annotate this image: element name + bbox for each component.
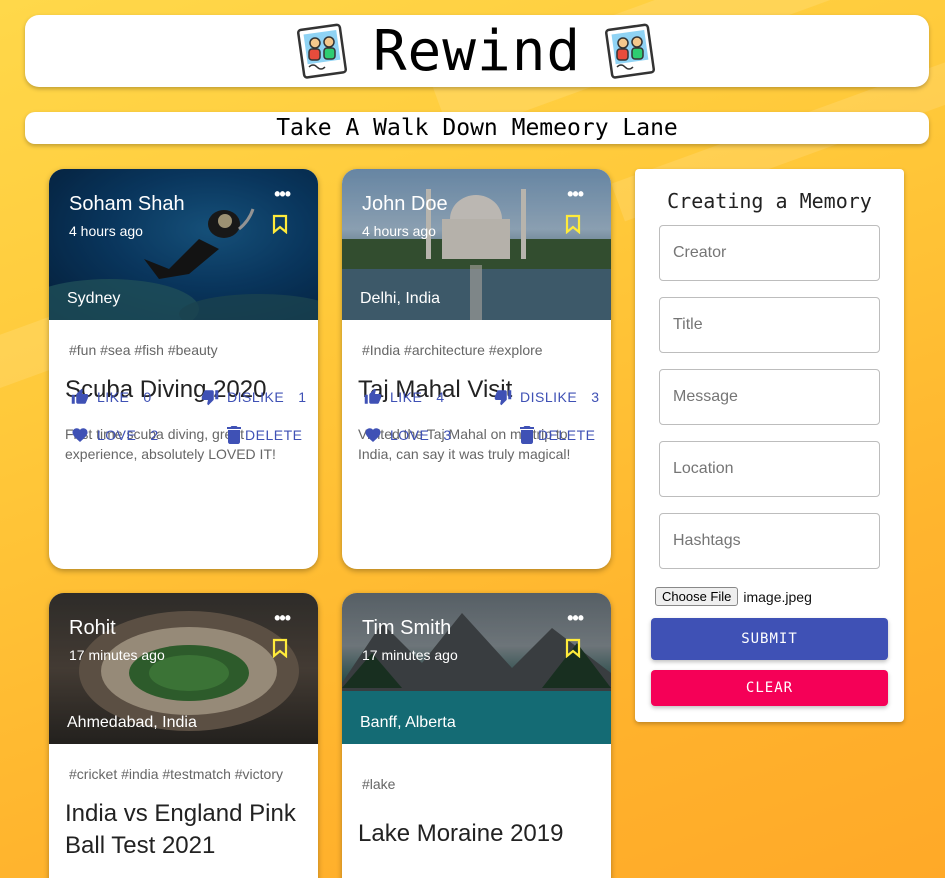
delete-button[interactable]: DELETE — [227, 426, 302, 444]
dislike-count: 3 — [591, 389, 600, 405]
card-creator: Tim Smith — [362, 617, 452, 639]
form-heading: Creating a Memory — [667, 189, 872, 213]
thumb-up-icon — [364, 388, 382, 404]
bookmark-icon[interactable] — [565, 214, 581, 234]
like-button[interactable]: LIKE 0 — [71, 388, 152, 406]
card-image-taj-mahal: John Doe 4 hours ago Delhi, India ••• — [342, 169, 611, 320]
love-label: LOVE — [390, 427, 430, 443]
love-button[interactable]: LOVE 2 — [71, 426, 159, 444]
file-picker: Choose File image.jpeg — [655, 587, 812, 606]
photo-icon — [296, 23, 347, 79]
subtitle-bar: Take A Walk Down Memeory Lane — [25, 112, 929, 144]
card-location: Ahmedabad, India — [67, 714, 197, 731]
submit-button[interactable]: SUBMIT — [651, 618, 888, 660]
card-location: Sydney — [67, 290, 121, 307]
app-header: Rewind — [25, 15, 929, 87]
memory-card: Soham Shah 4 hours ago Sydney ••• #fun #… — [49, 169, 318, 569]
card-image-scuba: Soham Shah 4 hours ago Sydney ••• — [49, 169, 318, 320]
file-name: image.jpeg — [743, 588, 812, 605]
card-creator: Soham Shah — [69, 193, 185, 215]
card-location: Delhi, India — [360, 290, 441, 307]
like-label: LIKE — [97, 389, 130, 405]
card-timestamp: 17 minutes ago — [362, 647, 458, 663]
thumb-down-icon — [201, 390, 219, 406]
dislike-label: DISLIKE — [520, 389, 578, 405]
title-input[interactable] — [659, 297, 880, 353]
card-timestamp: 17 minutes ago — [69, 647, 165, 663]
trash-icon — [227, 426, 241, 444]
bookmark-icon[interactable] — [272, 214, 288, 234]
like-button[interactable]: LIKE 4 — [364, 388, 445, 406]
memory-card: Rohit 17 minutes ago Ahmedabad, India ••… — [49, 593, 318, 878]
more-horiz-icon[interactable]: ••• — [274, 608, 291, 629]
bookmark-icon[interactable] — [272, 638, 288, 658]
like-label: LIKE — [390, 389, 423, 405]
message-input[interactable] — [659, 369, 880, 425]
dislike-button[interactable]: DISLIKE 1 — [201, 388, 307, 406]
photo-icon — [605, 23, 656, 79]
thumb-down-icon — [494, 390, 512, 406]
card-title: Lake Moraine 2019 — [358, 820, 564, 847]
card-tags: #fun #sea #fish #beauty — [69, 342, 218, 358]
heart-icon — [72, 428, 88, 443]
delete-button[interactable]: DELETE — [520, 426, 595, 444]
more-horiz-icon[interactable]: ••• — [567, 184, 584, 205]
card-tags: #cricket #india #testmatch #victory — [69, 766, 283, 782]
memory-card: John Doe 4 hours ago Delhi, India ••• #I… — [342, 169, 611, 569]
location-input[interactable] — [659, 441, 880, 497]
like-count: 4 — [436, 389, 445, 405]
more-horiz-icon[interactable]: ••• — [567, 608, 584, 629]
like-count: 0 — [143, 389, 152, 405]
more-horiz-icon[interactable]: ••• — [274, 184, 291, 205]
thumb-up-icon — [71, 388, 89, 404]
choose-file-button[interactable]: Choose File — [655, 587, 739, 606]
app-subtitle: Take A Walk Down Memeory Lane — [276, 115, 678, 141]
love-count: 2 — [150, 427, 159, 443]
dislike-label: DISLIKE — [227, 389, 285, 405]
card-timestamp: 4 hours ago — [362, 223, 436, 239]
card-creator: Rohit — [69, 617, 116, 639]
dislike-count: 1 — [298, 389, 307, 405]
creator-input[interactable] — [659, 225, 880, 281]
love-count: 3 — [443, 427, 452, 443]
card-location: Banff, Alberta — [360, 714, 456, 731]
card-creator: John Doe — [362, 193, 448, 215]
bookmark-icon[interactable] — [565, 638, 581, 658]
card-image-stadium: Rohit 17 minutes ago Ahmedabad, India ••… — [49, 593, 318, 744]
app-title: Rewind — [372, 18, 582, 84]
card-tags: #India #architecture #explore — [362, 342, 543, 358]
card-title: India vs England Pink Ball Test 2021 — [65, 800, 296, 859]
delete-label: DELETE — [538, 427, 596, 443]
love-label: LOVE — [97, 427, 137, 443]
memory-form: Creating a Memory Choose File image.jpeg… — [635, 169, 904, 722]
trash-icon — [520, 426, 534, 444]
card-timestamp: 4 hours ago — [69, 223, 143, 239]
clear-button[interactable]: CLEAR — [651, 670, 888, 706]
heart-icon — [365, 428, 381, 443]
delete-label: DELETE — [245, 427, 303, 443]
card-image-lake: Tim Smith 17 minutes ago Banff, Alberta … — [342, 593, 611, 744]
dislike-button[interactable]: DISLIKE 3 — [494, 388, 600, 406]
memory-card: Tim Smith 17 minutes ago Banff, Alberta … — [342, 593, 611, 878]
love-button[interactable]: LOVE 3 — [364, 426, 452, 444]
card-tags: #lake — [362, 776, 396, 792]
hashtags-input[interactable] — [659, 513, 880, 569]
